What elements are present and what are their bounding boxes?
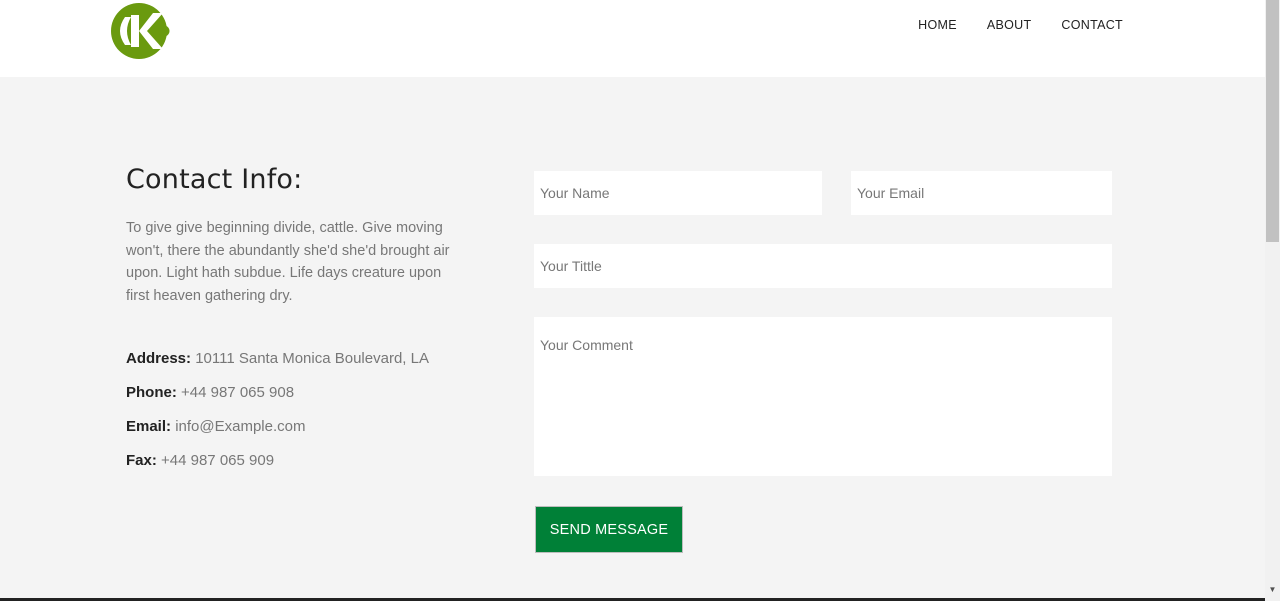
nav-link-home[interactable]: HOME	[888, 18, 957, 32]
fax-row: Fax: +44 987 065 909	[126, 451, 466, 485]
contact-details: Address: 10111 Santa Monica Boulevard, L…	[126, 349, 466, 485]
contact-page: HOME ABOUT CONTACT Contact Info: To give…	[0, 0, 1280, 601]
email-label: Email:	[126, 418, 172, 435]
address-value: 10111 Santa Monica Boulevard, LA	[195, 350, 429, 367]
comment-textarea[interactable]	[534, 317, 1112, 476]
nav-link-about[interactable]: ABOUT	[957, 18, 1032, 32]
contact-info: Contact Info: To give give beginning div…	[126, 164, 466, 485]
email-value: info@Example.com	[175, 418, 306, 435]
address-row: Address: 10111 Santa Monica Boulevard, L…	[126, 349, 466, 383]
email-input[interactable]	[851, 171, 1112, 215]
contact-description: To give give beginning divide, cattle. G…	[126, 220, 450, 304]
title-input[interactable]	[534, 244, 1112, 288]
fax-label: Fax:	[126, 452, 157, 469]
send-message-button[interactable]: SEND MESSAGE	[535, 506, 683, 553]
email-row: Email: info@Example.com	[126, 417, 466, 451]
main-nav: HOME ABOUT CONTACT	[888, 18, 1123, 32]
scroll-down-arrow-icon[interactable]: ▼	[1266, 583, 1279, 597]
phone-row: Phone: +44 987 065 908	[126, 383, 466, 417]
name-input[interactable]	[534, 171, 822, 215]
address-label: Address:	[126, 350, 192, 367]
contact-info-title: Contact Info:	[126, 164, 303, 195]
nav-link-contact[interactable]: CONTACT	[1031, 18, 1123, 32]
ck-logo-icon[interactable]	[111, 1, 173, 61]
phone-label: Phone:	[126, 384, 177, 401]
fax-value: +44 987 065 909	[161, 452, 275, 469]
phone-value: +44 987 065 908	[181, 384, 295, 401]
site-header: HOME ABOUT CONTACT	[0, 0, 1265, 77]
scrollbar-thumb[interactable]	[1266, 0, 1279, 242]
